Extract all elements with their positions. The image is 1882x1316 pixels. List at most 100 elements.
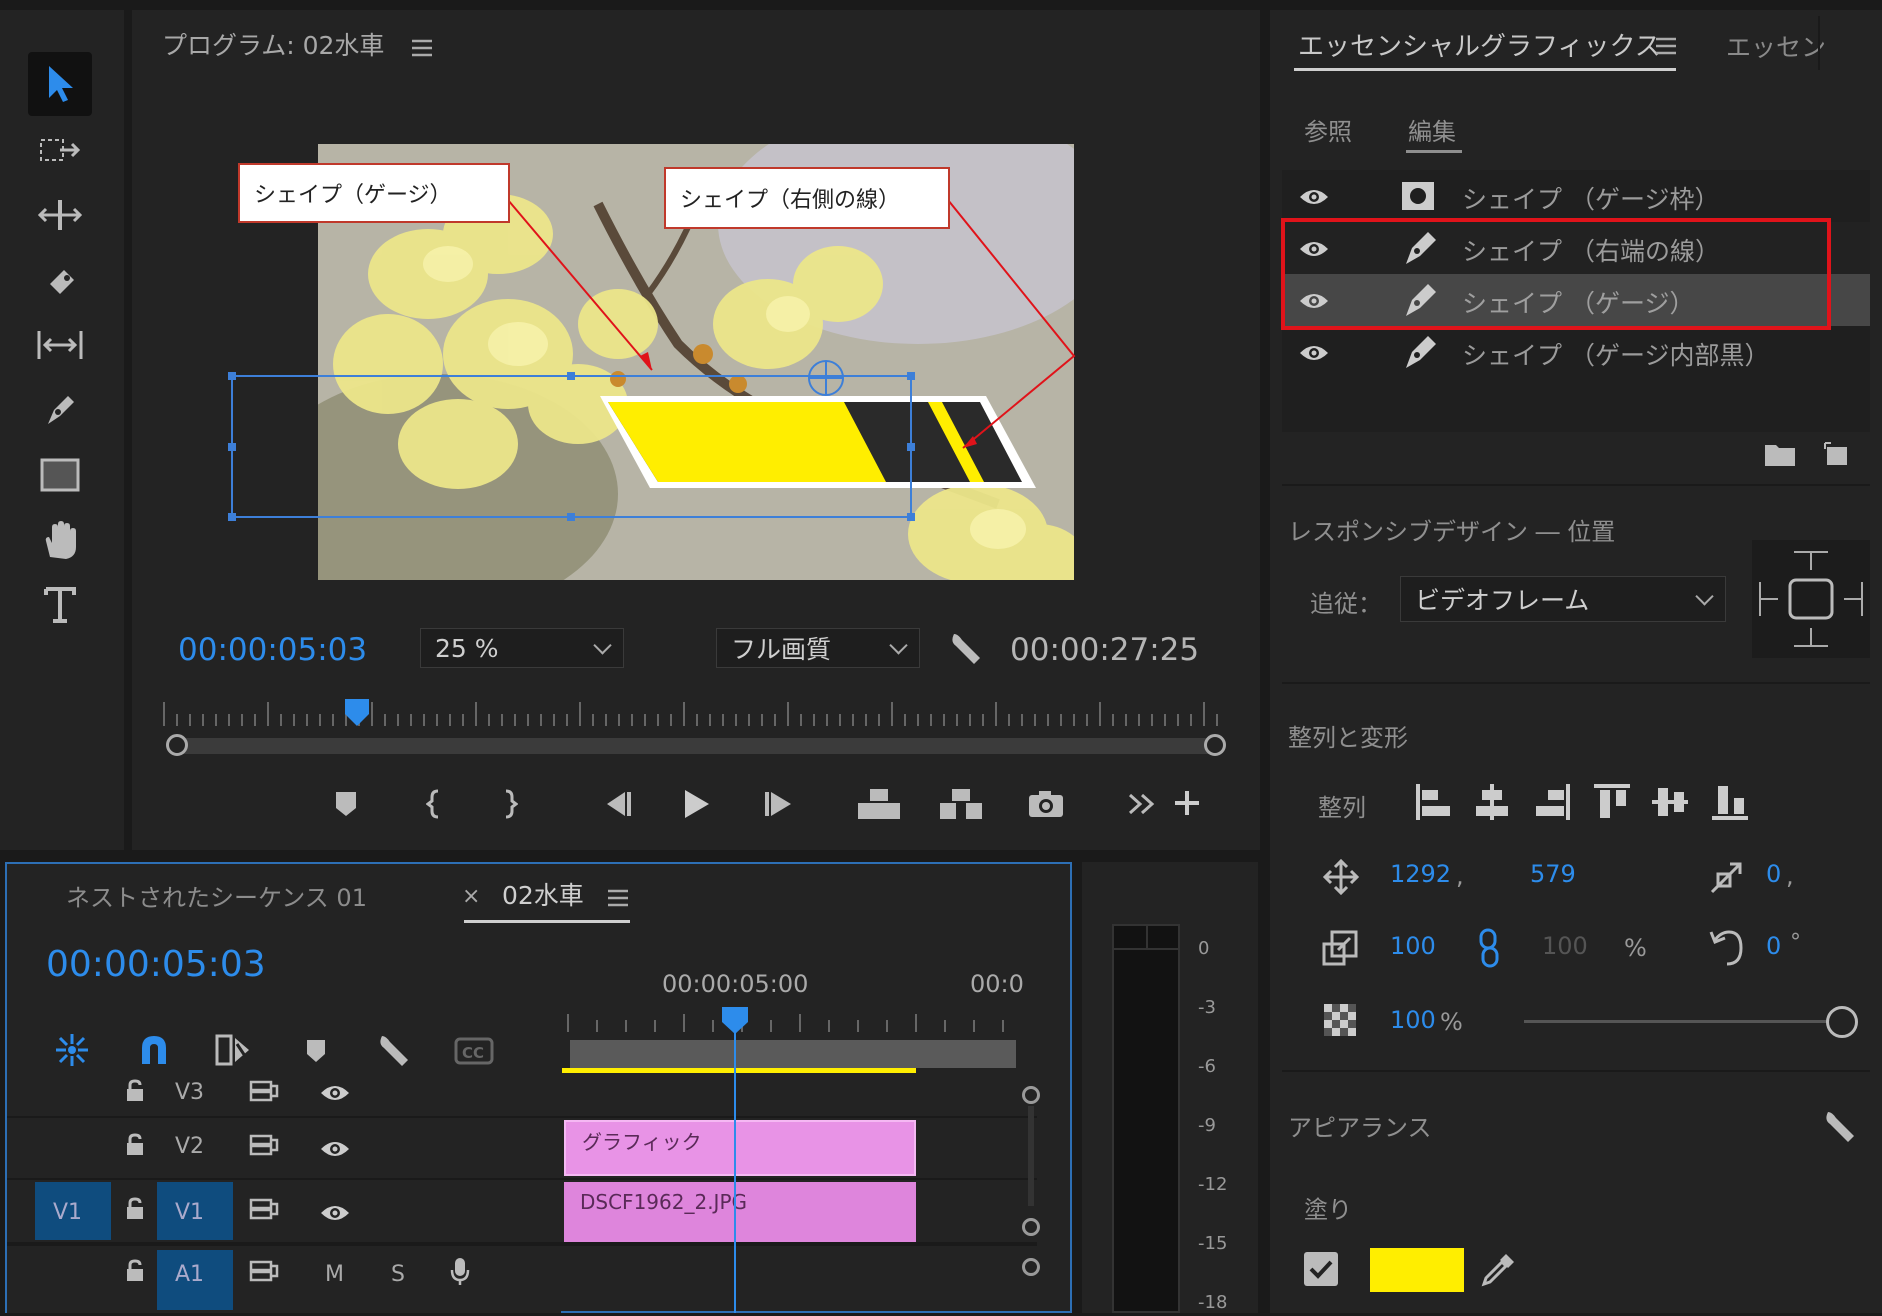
step-forward-icon[interactable]: [760, 786, 800, 822]
new-layer-icon[interactable]: [1820, 438, 1852, 470]
anchor-point-icon[interactable]: [806, 358, 846, 398]
program-menu-icon[interactable]: [408, 34, 436, 62]
position-x-value[interactable]: 1292: [1390, 860, 1451, 888]
pen-tool-icon[interactable]: [30, 385, 90, 435]
clip-image[interactable]: DSCF1962_2.JPG: [564, 1182, 916, 1242]
program-zoom-bar[interactable]: [168, 738, 1220, 754]
lock-icon[interactable]: [121, 1256, 149, 1286]
snap-magnet-icon[interactable]: [134, 1030, 174, 1070]
extract-icon[interactable]: [936, 784, 986, 824]
tab-close-icon[interactable]: ×: [462, 884, 480, 909]
pin-to-widget[interactable]: [1752, 540, 1870, 658]
captions-icon[interactable]: CC: [452, 1034, 496, 1068]
ripple-edit-tool-icon[interactable]: [30, 190, 90, 240]
program-current-timecode[interactable]: 00:00:05:03: [178, 632, 367, 668]
position-y-value[interactable]: 579: [1530, 860, 1576, 888]
appearance-wrench-icon[interactable]: [1820, 1106, 1860, 1146]
subtab-edit[interactable]: 編集: [1408, 112, 1456, 147]
opacity-slider-track[interactable]: [1524, 1020, 1842, 1023]
clip-graphic[interactable]: グラフィック: [564, 1120, 916, 1176]
linked-selection-icon[interactable]: [212, 1030, 256, 1070]
mark-out-icon[interactable]: [492, 786, 528, 822]
follow-dropdown[interactable]: ビデオフレーム: [1400, 576, 1726, 622]
sync-lock-icon[interactable]: [247, 1076, 281, 1106]
eye-icon[interactable]: [317, 1078, 353, 1108]
timeline-timecode[interactable]: 00:00:05:03: [46, 944, 266, 985]
timeline-playhead-head[interactable]: [721, 1006, 749, 1036]
tab-essential-other[interactable]: エッセン: [1726, 28, 1826, 64]
program-monitor-title[interactable]: プログラム: 02水車: [162, 26, 384, 62]
scale-value[interactable]: 100: [1390, 932, 1436, 960]
wrench-icon[interactable]: [944, 626, 988, 670]
essential-menu-icon[interactable]: [1652, 32, 1680, 60]
scale-height-value[interactable]: 100: [1542, 932, 1588, 960]
timeline-work-area-bar[interactable]: [570, 1040, 1016, 1068]
track-name[interactable]: V2: [175, 1134, 204, 1159]
eyedropper-icon[interactable]: [1478, 1250, 1518, 1290]
new-group-folder-icon[interactable]: [1762, 438, 1798, 470]
lock-icon[interactable]: [121, 1076, 149, 1106]
timeline-playhead-line[interactable]: [734, 1018, 736, 1313]
lift-icon[interactable]: [854, 784, 904, 824]
program-playhead[interactable]: [344, 698, 370, 728]
quality-dropdown[interactable]: フル画質: [716, 628, 920, 668]
timeline-settings-wrench-icon[interactable]: [374, 1030, 414, 1070]
eye-icon[interactable]: [1296, 182, 1332, 212]
slip-tool-icon[interactable]: [30, 320, 90, 370]
align-top-icon[interactable]: [1590, 780, 1634, 824]
tab-essential-graphics[interactable]: エッセンシャルグラフィックス: [1298, 26, 1661, 63]
rectangle-tool-icon[interactable]: [30, 450, 90, 500]
fill-checkbox[interactable]: [1304, 1252, 1338, 1286]
track-name[interactable]: V1: [175, 1200, 204, 1225]
track-name[interactable]: A1: [175, 1262, 204, 1287]
eye-icon[interactable]: [1296, 338, 1332, 368]
lock-icon[interactable]: [121, 1130, 149, 1160]
timeline-marker-icon[interactable]: [300, 1034, 332, 1068]
eye-icon[interactable]: [317, 1134, 353, 1164]
zoom-dropdown[interactable]: 25 %: [420, 628, 624, 668]
rotation-value[interactable]: 0: [1766, 932, 1781, 960]
track-name[interactable]: V3: [175, 1080, 204, 1105]
zoom-bar-handle-left[interactable]: [166, 734, 188, 756]
timeline-menu-icon[interactable]: [604, 884, 632, 912]
layer-row[interactable]: シェイプ （ゲージ内部黒）: [1282, 326, 1870, 378]
lock-icon[interactable]: [121, 1194, 149, 1224]
anchor-x-value[interactable]: 0: [1766, 860, 1781, 888]
align-left-icon[interactable]: [1412, 780, 1456, 824]
more-controls-icon[interactable]: [1124, 786, 1160, 822]
type-tool-icon[interactable]: [30, 580, 90, 630]
tab-active-sequence[interactable]: 02水車: [502, 876, 584, 912]
microphone-icon[interactable]: [445, 1254, 475, 1288]
play-icon[interactable]: [676, 784, 716, 824]
align-bottom-icon[interactable]: [1708, 780, 1752, 824]
tab-nested-sequence[interactable]: ネストされたシーケンス 01: [66, 878, 367, 913]
align-center-vertical-icon[interactable]: [1648, 780, 1692, 824]
mark-in-icon[interactable]: [416, 786, 452, 822]
selection-tool-icon[interactable]: [28, 52, 92, 116]
mute-button[interactable]: M: [325, 1262, 344, 1287]
export-frame-icon[interactable]: [1024, 784, 1068, 824]
layer-row[interactable]: シェイプ （ゲージ枠）: [1282, 170, 1870, 222]
timeline-vertical-scrollbar[interactable]: [1020, 1086, 1042, 1316]
razor-tool-icon[interactable]: [30, 255, 90, 305]
track-select-tool-icon[interactable]: [30, 125, 90, 175]
opacity-slider-handle[interactable]: [1826, 1006, 1858, 1038]
program-time-ruler[interactable]: [162, 700, 1224, 730]
zoom-bar-handle-right[interactable]: [1204, 734, 1226, 756]
add-marker-icon[interactable]: [328, 786, 364, 822]
go-to-in-icon[interactable]: [594, 786, 634, 822]
fill-color-swatch[interactable]: [1370, 1248, 1464, 1292]
chain-link-icon[interactable]: [1474, 926, 1504, 970]
align-right-icon[interactable]: [1530, 780, 1574, 824]
timeline-ruler[interactable]: [566, 1012, 1018, 1036]
nest-toggle-icon[interactable]: [52, 1030, 92, 1070]
solo-button[interactable]: S: [391, 1262, 405, 1287]
sync-lock-icon[interactable]: [247, 1256, 281, 1286]
opacity-value[interactable]: 100: [1390, 1006, 1436, 1034]
hand-tool-icon[interactable]: [30, 515, 90, 565]
subtab-browse[interactable]: 参照: [1304, 112, 1352, 147]
sync-lock-icon[interactable]: [247, 1130, 281, 1160]
align-center-horizontal-icon[interactable]: [1470, 780, 1514, 824]
eye-icon[interactable]: [317, 1198, 353, 1228]
sync-lock-icon[interactable]: [247, 1194, 281, 1224]
